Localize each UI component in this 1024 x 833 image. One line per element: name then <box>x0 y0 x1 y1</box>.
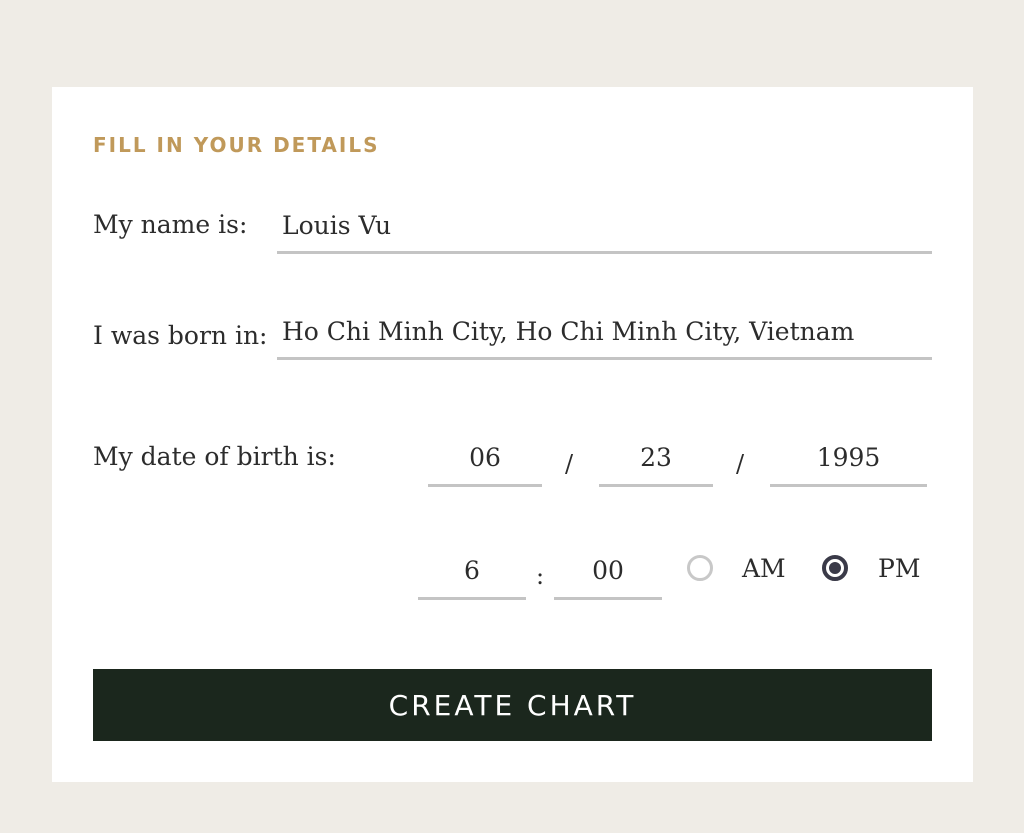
form-title: FILL IN YOUR DETAILS <box>93 133 380 157</box>
dob-month-input[interactable] <box>428 437 542 487</box>
am-label: AM <box>742 554 786 583</box>
details-form-card: FILL IN YOUR DETAILS My name is: I was b… <box>52 87 973 782</box>
date-separator: / <box>565 450 574 478</box>
pm-label: PM <box>878 554 921 583</box>
pm-radio-dot <box>829 562 841 574</box>
pm-radio[interactable] <box>822 555 848 581</box>
birthplace-label: I was born in: <box>93 321 268 350</box>
am-radio[interactable] <box>687 555 713 581</box>
time-separator: : <box>536 562 545 590</box>
dob-year-input[interactable] <box>770 437 927 487</box>
dob-day-input[interactable] <box>599 437 713 487</box>
name-input[interactable] <box>277 205 932 254</box>
time-hour-input[interactable] <box>418 549 526 600</box>
dob-label: My date of birth is: <box>93 442 336 471</box>
birthplace-input[interactable] <box>277 312 932 360</box>
create-chart-button[interactable]: CREATE CHART <box>93 669 932 741</box>
time-minute-input[interactable] <box>554 549 662 600</box>
date-separator: / <box>736 450 745 478</box>
name-label: My name is: <box>93 210 248 239</box>
